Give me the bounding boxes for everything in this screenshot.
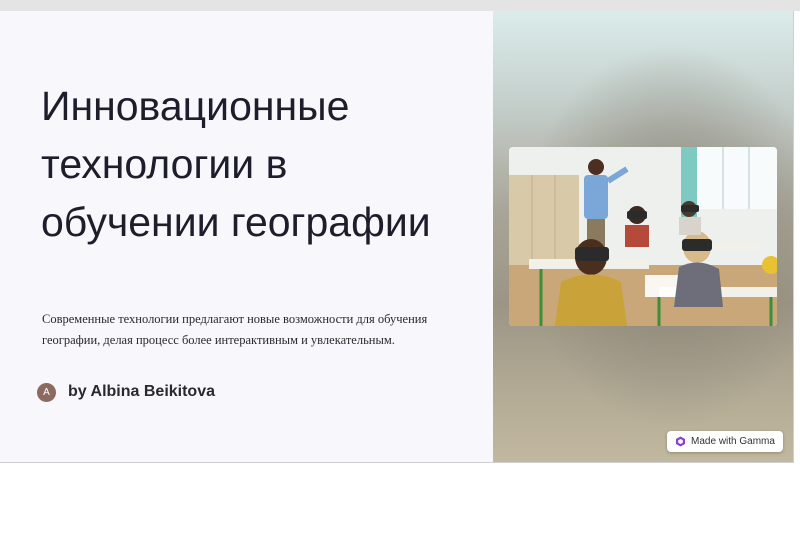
- presentation-slide: Инновационные технологии в обучении геог…: [0, 11, 794, 463]
- author-name: by Albina Beikitova: [68, 383, 215, 400]
- slide-title: Инновационные технологии в обучении геог…: [41, 83, 431, 245]
- made-with-gamma-badge[interactable]: Made with Gamma: [667, 431, 783, 452]
- avatar: A: [37, 382, 56, 402]
- top-bar: [0, 0, 800, 11]
- gamma-logo-icon: [675, 436, 686, 447]
- author-row: A by Albina Beikitova: [37, 381, 215, 403]
- badge-label: Made with Gamma: [691, 436, 775, 447]
- slide-text-panel: Инновационные технологии в обучении геог…: [0, 11, 493, 462]
- slide-subtitle: Современные технологии предлагают новые …: [42, 312, 428, 347]
- slide-image-panel: Made with Gamma: [493, 11, 793, 462]
- classroom-vr-photo: [509, 147, 777, 326]
